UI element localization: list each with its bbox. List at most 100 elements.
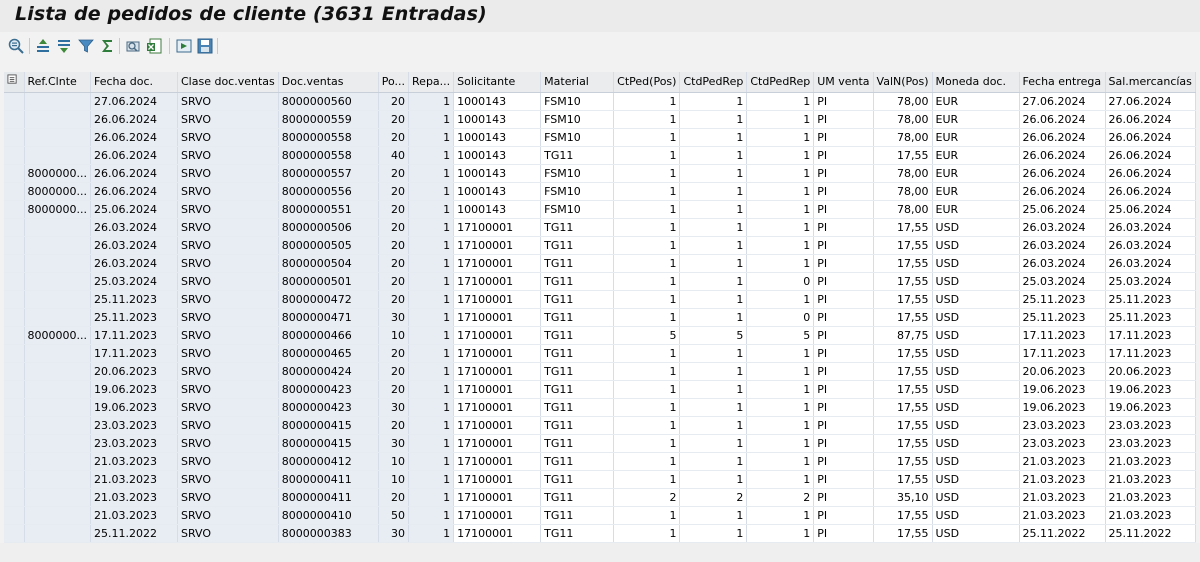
table-cell: TG11 [540, 434, 615, 453]
row-selector[interactable] [4, 416, 25, 435]
column-header[interactable]: CtdPedRep [679, 72, 748, 93]
column-header[interactable]: Doc.ventas [278, 72, 379, 93]
table-row[interactable]: 25.03.2024 SRVO 8000000501 20 1 17100001 TG11 1… [4, 272, 1196, 291]
row-selector[interactable] [4, 488, 25, 507]
row-selector[interactable] [4, 290, 25, 309]
table-row[interactable]: 27.06.2024 SRVO 8000000560 20 1 1000143 FSM10 1… [4, 92, 1196, 111]
column-header[interactable]: Material [540, 72, 615, 93]
column-header[interactable]: Solicitante [453, 72, 542, 93]
table-row[interactable]: 8000000... 26.06.2024 SRVO 8000000557 20 1 100… [4, 164, 1196, 183]
table-row[interactable]: 26.06.2024 SRVO 8000000558 40 1 1000143 TG11 1 1… [4, 146, 1196, 165]
table-cell: 1 [613, 92, 681, 111]
row-selector[interactable] [4, 182, 25, 201]
select-all-icon[interactable] [4, 72, 25, 93]
row-selector[interactable] [4, 326, 25, 345]
sum-icon[interactable] [98, 37, 116, 55]
row-selector[interactable] [4, 434, 25, 453]
table-row[interactable]: 19.06.2023 SRVO 8000000423 20 1 17100001 TG11 1… [4, 380, 1196, 399]
sort-descending-icon[interactable] [55, 37, 73, 55]
table-row[interactable]: 23.03.2023 SRVO 8000000415 20 1 17100001 TG11 1… [4, 416, 1196, 435]
table-cell: 1 [408, 416, 455, 435]
row-selector[interactable] [4, 272, 25, 291]
table-cell: 26.06.2024 [1019, 164, 1106, 183]
table-row[interactable]: 8000000... 26.06.2024 SRVO 8000000556 20 1 100… [4, 182, 1196, 201]
row-selector[interactable] [4, 92, 25, 111]
table-row[interactable]: 17.11.2023 SRVO 8000000465 20 1 17100001 TG11 1… [4, 344, 1196, 363]
column-header[interactable]: CtdPedRep [746, 72, 815, 93]
table-row[interactable]: 8000000... 17.11.2023 SRVO 8000000466 10 1 171… [4, 326, 1196, 345]
row-selector[interactable] [4, 470, 25, 489]
table-row[interactable]: 20.06.2023 SRVO 8000000424 20 1 17100001 TG11 1… [4, 362, 1196, 381]
column-header[interactable]: ValN(Pos) [873, 72, 933, 93]
table-cell: TG11 [540, 272, 615, 291]
table-cell: 1 [408, 380, 455, 399]
column-header[interactable]: Clase doc.ventas [177, 72, 279, 93]
export-excel-icon[interactable] [145, 37, 163, 55]
table-row[interactable]: 19.06.2023 SRVO 8000000423 30 1 17100001 TG11 1… [4, 398, 1196, 417]
row-selector[interactable] [4, 236, 25, 255]
column-header[interactable]: Moneda doc. [932, 72, 1020, 93]
table-cell: 26.06.2024 [1105, 110, 1196, 129]
table-cell: USD [932, 326, 1020, 345]
row-selector[interactable] [4, 254, 25, 273]
save-layout-icon[interactable] [196, 37, 214, 55]
table-row[interactable]: 25.11.2023 SRVO 8000000472 20 1 17100001 TG11 1… [4, 290, 1196, 309]
row-selector[interactable] [4, 218, 25, 237]
filter-icon[interactable] [77, 37, 95, 55]
row-selector[interactable] [4, 308, 25, 327]
table-row[interactable]: 26.06.2024 SRVO 8000000558 20 1 1000143 FSM10 1… [4, 128, 1196, 147]
table-row[interactable]: 21.03.2023 SRVO 8000000411 20 1 17100001 TG11 2… [4, 488, 1196, 507]
column-header[interactable]: CtPed(Pos) [613, 72, 681, 93]
table-cell: 26.03.2024 [90, 218, 178, 237]
column-header[interactable]: Fecha doc. [90, 72, 178, 93]
choose-layout-icon[interactable] [175, 37, 193, 55]
row-selector[interactable] [4, 398, 25, 417]
row-selector[interactable] [4, 164, 25, 183]
row-selector[interactable] [4, 200, 25, 219]
row-selector[interactable] [4, 452, 25, 471]
table-row[interactable]: 26.03.2024 SRVO 8000000504 20 1 17100001 TG11 1… [4, 254, 1196, 273]
table-row[interactable]: 25.11.2022 SRVO 8000000383 30 1 17100001 TG11 1… [4, 524, 1196, 543]
row-selector[interactable] [4, 128, 25, 147]
column-header[interactable]: Repa... [408, 72, 455, 93]
table-row[interactable]: 23.03.2023 SRVO 8000000415 30 1 17100001 TG11 1… [4, 434, 1196, 453]
row-selector[interactable] [4, 146, 25, 165]
print-preview-icon[interactable] [124, 37, 142, 55]
column-header[interactable]: Po... [378, 72, 410, 93]
table-row[interactable]: 25.11.2023 SRVO 8000000471 30 1 17100001 TG11 1… [4, 308, 1196, 327]
table-cell: 26.06.2024 [1105, 128, 1196, 147]
table-cell [24, 128, 91, 147]
table-cell: SRVO [177, 236, 279, 255]
table-cell: 20 [378, 182, 410, 201]
row-selector[interactable] [4, 380, 25, 399]
table-cell: 1 [679, 344, 748, 363]
details-icon[interactable] [7, 37, 25, 55]
table-cell: 78,00 [873, 110, 933, 129]
column-header[interactable]: Ref.Clnte [24, 72, 91, 93]
row-selector[interactable] [4, 506, 25, 525]
sort-ascending-icon[interactable] [34, 37, 52, 55]
table-row[interactable]: 21.03.2023 SRVO 8000000410 50 1 17100001 TG11 1… [4, 506, 1196, 525]
row-selector[interactable] [4, 362, 25, 381]
table-row[interactable]: 26.03.2024 SRVO 8000000505 20 1 17100001 TG11 1… [4, 236, 1196, 255]
table-row[interactable]: 8000000... 25.06.2024 SRVO 8000000551 20 1 100… [4, 200, 1196, 219]
table-row[interactable]: 21.03.2023 SRVO 8000000412 10 1 17100001 TG11 1… [4, 452, 1196, 471]
column-header[interactable]: Sal.mercancías [1105, 72, 1196, 93]
table-cell: 1 [746, 398, 815, 417]
column-header[interactable]: Fecha entrega [1019, 72, 1106, 93]
toolbar [0, 32, 1200, 60]
table-row[interactable]: 21.03.2023 SRVO 8000000411 10 1 17100001 TG11 1… [4, 470, 1196, 489]
row-selector[interactable] [4, 344, 25, 363]
table-cell: FSM10 [540, 164, 615, 183]
table-cell: TG11 [540, 326, 615, 345]
row-selector[interactable] [4, 110, 25, 129]
table-cell: 19.06.2023 [90, 380, 178, 399]
table-row[interactable]: 26.03.2024 SRVO 8000000506 20 1 17100001 TG11 1… [4, 218, 1196, 237]
table-cell: FSM10 [540, 182, 615, 201]
table-cell [24, 506, 91, 525]
row-selector[interactable] [4, 524, 25, 543]
table-cell: 1 [613, 110, 681, 129]
table-row[interactable]: 26.06.2024 SRVO 8000000559 20 1 1000143 FSM10 1… [4, 110, 1196, 129]
table-cell: 30 [378, 524, 410, 543]
column-header[interactable]: UM venta [813, 72, 874, 93]
